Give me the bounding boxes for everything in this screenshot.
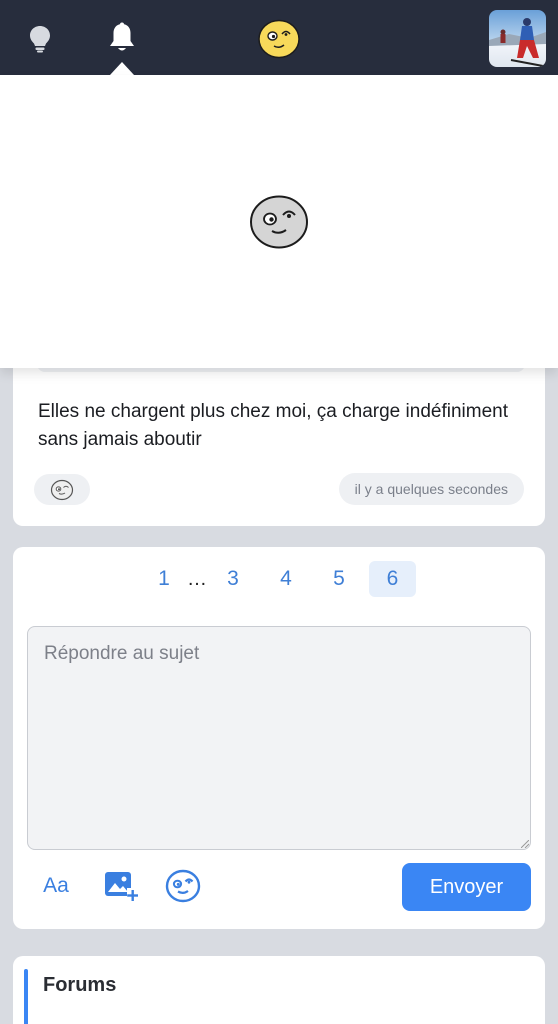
forums-accent-bar xyxy=(24,969,28,1024)
pagination: 1 … 3 4 5 6 xyxy=(13,561,545,597)
reaction-button[interactable] xyxy=(34,474,90,505)
pagination-ellipsis: … xyxy=(187,567,207,590)
site-logo-face-icon[interactable] xyxy=(256,17,302,61)
grey-face-icon xyxy=(248,193,310,251)
add-image-button[interactable] xyxy=(103,868,139,904)
forums-card: Forums xyxy=(13,956,545,1024)
page-link-current[interactable]: 6 xyxy=(369,561,416,597)
emoji-button[interactable] xyxy=(164,868,202,904)
page-link-5[interactable]: 5 xyxy=(324,561,354,597)
top-nav-bar xyxy=(0,0,558,75)
notifications-panel xyxy=(0,75,558,368)
reply-card: 1 … 3 4 5 6 Aa Envoyer xyxy=(13,547,545,929)
post-text: Elles ne chargent plus chez moi, ça char… xyxy=(38,401,508,450)
format-text-icon: Aa xyxy=(43,874,69,897)
lightbulb-icon[interactable] xyxy=(26,22,54,56)
format-text-button[interactable]: Aa xyxy=(39,868,73,904)
send-button[interactable]: Envoyer xyxy=(402,863,531,911)
page-link-4[interactable]: 4 xyxy=(271,561,301,597)
add-image-icon xyxy=(105,872,138,902)
user-avatar[interactable] xyxy=(489,10,546,67)
emoji-icon xyxy=(165,869,201,903)
reply-textarea[interactable] xyxy=(27,626,531,850)
face-reaction-icon xyxy=(50,479,74,500)
notification-dropdown-caret xyxy=(110,62,134,75)
page-link-1[interactable]: 1 xyxy=(149,561,179,597)
forums-heading[interactable]: Forums xyxy=(43,974,116,997)
bell-icon[interactable] xyxy=(106,20,138,56)
page-link-3[interactable]: 3 xyxy=(218,561,248,597)
post-timestamp: il y a quelques secondes xyxy=(338,473,524,505)
resize-handle-icon[interactable] xyxy=(521,840,529,848)
